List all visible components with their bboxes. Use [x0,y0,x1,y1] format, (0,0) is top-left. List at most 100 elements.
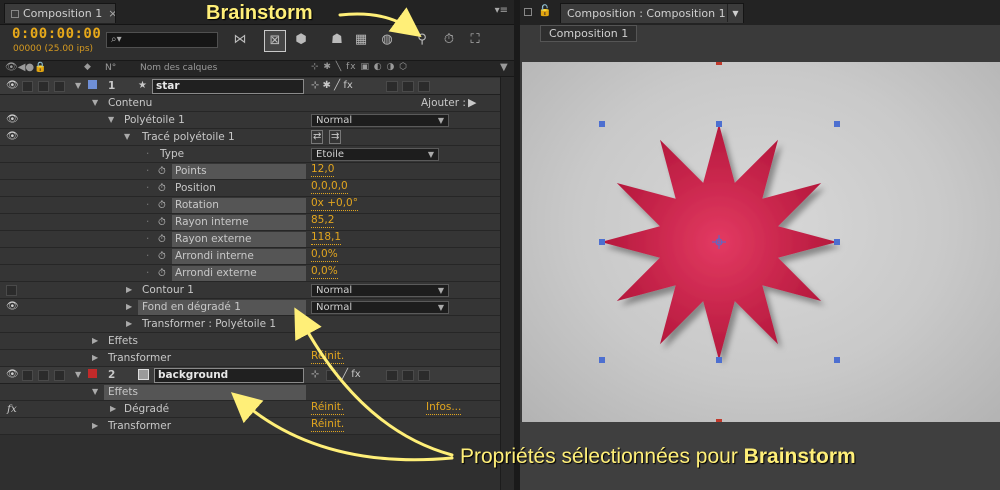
prop-row-effects-2[interactable]: ▼ Effets [0,384,500,401]
path-direction-icon[interactable]: ⇉ [329,130,342,144]
prop-row-type[interactable]: · Type Etoile ▼ [0,146,500,163]
prop-row-trace[interactable]: 👁 ▼ Tracé polyétoile 1 ⇄ ⇉ [0,129,500,146]
chevron-down-icon[interactable]: ▼ [727,4,743,22]
rotation-value[interactable]: 0x +0,0° [311,197,358,211]
fill-mode-dropdown[interactable]: Normal ▼ [311,301,449,314]
prop-row-transform-polystar[interactable]: ▶ Transformer : Polyétoile 1 [0,316,500,333]
lock-icon[interactable]: 🔓 [538,4,552,17]
draft-3d-icon[interactable]: ⬢ [290,30,312,52]
switch-icons[interactable]: ⊹ [311,367,319,383]
motion-blur-icon[interactable]: ◍ [376,30,398,52]
infos-link[interactable]: Infos... [426,401,462,415]
expand-triangle-icon[interactable]: ▶ [92,350,98,366]
panel-menu-icon[interactable]: ▾≡ [495,5,508,16]
expand-triangle-icon[interactable]: ▼ [92,95,98,111]
switch-box[interactable] [418,370,430,381]
switch-box[interactable] [386,81,398,92]
add-menu-icon[interactable]: ▶ [468,95,476,111]
prop-row-outer-roundness[interactable]: · ⏱ Arrondi externe 0,0% [0,265,500,282]
star-type-dropdown[interactable]: Etoile ▼ [311,148,439,161]
outer-radius-value[interactable]: 118,1 [311,231,342,245]
expand-triangle-icon[interactable]: ▼ [92,384,98,400]
switch-icons[interactable]: ⊹ ✱ ╱ fx [311,78,353,94]
audio-toggle[interactable] [22,370,33,381]
expand-triangle-icon[interactable]: ▶ [126,282,132,298]
stopwatch-icon[interactable]: ⏱ [158,215,166,231]
label-color-swatch[interactable] [88,80,97,89]
stopwatch-icon[interactable]: ⏱ [158,198,166,214]
handle-right[interactable] [834,239,840,245]
eye-icon[interactable]: 👁 [6,367,19,383]
reset-link[interactable]: Réinit. [311,418,345,432]
expand-triangle-icon[interactable]: ▼ [108,112,114,128]
points-value[interactable]: 12,0 [311,163,335,177]
prop-row-position[interactable]: · ⏱ Position 0,0,0,0 [0,180,500,197]
audio-toggle[interactable] [22,81,33,92]
switch-box[interactable] [418,81,430,92]
fx-icon[interactable]: fx [7,401,17,417]
expand-triangle-icon[interactable]: ▶ [110,401,116,417]
layer-row-star[interactable]: 👁 ▼ 1 ★ star ⊹ ✱ ╱ fx [0,78,500,95]
handle-top[interactable] [716,121,722,127]
eye-icon[interactable]: 👁 [6,299,19,315]
prop-row-contenu[interactable]: ▼ Contenu Ajouter : ▶ [0,95,500,112]
prop-row-outer-radius[interactable]: · ⏱ Rayon externe 118,1 [0,231,500,248]
stroke-mode-dropdown[interactable]: Normal ▼ [311,284,449,297]
reset-link[interactable]: Réinit. [311,350,345,364]
prop-row-transform[interactable]: ▶ Transformer Réinit. [0,350,500,367]
tab-composition-viewer[interactable]: Composition : Composition 1 ▼ [560,3,744,23]
ajouter-label[interactable]: Ajouter : [421,95,466,111]
search-input[interactable]: ⌕▾ [106,32,218,48]
blend-mode-dropdown[interactable]: Normal ▼ [311,114,449,127]
solo-toggle[interactable] [38,81,49,92]
handle-top-left[interactable] [599,121,605,127]
reset-link[interactable]: Réinit. [311,401,345,415]
expand-triangle-icon[interactable]: ▶ [92,333,98,349]
handle-bottom-left[interactable] [599,357,605,363]
inner-radius-value[interactable]: 85,2 [311,214,335,228]
switch-box[interactable] [402,81,414,92]
prop-row-stroke[interactable]: ▶ Contour 1 Normal ▼ [0,282,500,299]
stopwatch-icon[interactable]: ⏱ [158,249,166,265]
switch-box[interactable] [402,370,414,381]
hide-shy-layers-icon[interactable]: ☗ [326,30,348,52]
stopwatch-icon[interactable]: ⏱ [158,181,166,197]
path-direction-icon[interactable]: ⇄ [311,130,324,144]
expand-triangle-icon[interactable]: ▼ [75,367,81,383]
auto-keyframe-icon[interactable]: ⏱ [438,30,460,52]
handle-bottom[interactable] [716,357,722,363]
prop-row-gradient-fill[interactable]: 👁 ▶ Fond en dégradé 1 Normal ▼ [0,299,500,316]
expand-triangle-icon[interactable]: ▶ [126,299,132,315]
expand-triangle-icon[interactable]: ▼ [124,129,130,145]
lock-toggle[interactable] [54,370,65,381]
breadcrumb[interactable]: Composition 1 [540,25,638,42]
prop-row-transform-2[interactable]: ▶ Transformer Réinit. [0,418,500,435]
label-color-swatch[interactable] [88,369,97,378]
expand-triangle-icon[interactable]: ▶ [92,418,98,434]
prop-row-effects[interactable]: ▶ Effets [0,333,500,350]
position-value[interactable]: 0,0,0,0 [311,180,348,194]
layer-row-background[interactable]: 👁 ▼ 2 background ⊹ ╱ fx [0,367,500,384]
prop-row-polystar[interactable]: 👁 ▼ Polyétoile 1 Normal ▼ [0,112,500,129]
graph-editor-icon[interactable]: ⛶ [464,30,486,52]
stopwatch-icon[interactable]: ⏱ [158,232,166,248]
col-layer-name[interactable]: Nom des calques [140,63,217,73]
stopwatch-icon[interactable]: ⏱ [158,266,166,282]
inner-roundness-value[interactable]: 0,0% [311,248,338,262]
eye-icon[interactable]: 👁 [6,112,19,128]
composition-canvas[interactable] [522,62,1000,422]
switch-box[interactable] [386,370,398,381]
handle-top-right[interactable] [834,121,840,127]
frame-blending-icon[interactable]: ▦ [350,30,372,52]
prop-row-inner-roundness[interactable]: · ⏱ Arrondi interne 0,0% [0,248,500,265]
eye-icon[interactable]: 👁 [6,78,19,94]
expand-triangle-icon[interactable]: ▶ [126,316,132,332]
prop-row-gradient-effect[interactable]: fx ▶ Dégradé Réinit. Infos... [0,401,500,418]
live-update-icon[interactable]: ⊠ [264,30,286,52]
stopwatch-icon[interactable]: ⏱ [158,164,166,180]
eye-icon[interactable]: 👁 [6,129,19,145]
visibility-toggle[interactable] [6,285,17,296]
solo-toggle[interactable] [38,370,49,381]
expand-triangle-icon[interactable]: ▼ [75,78,81,94]
lock-toggle[interactable] [54,81,65,92]
